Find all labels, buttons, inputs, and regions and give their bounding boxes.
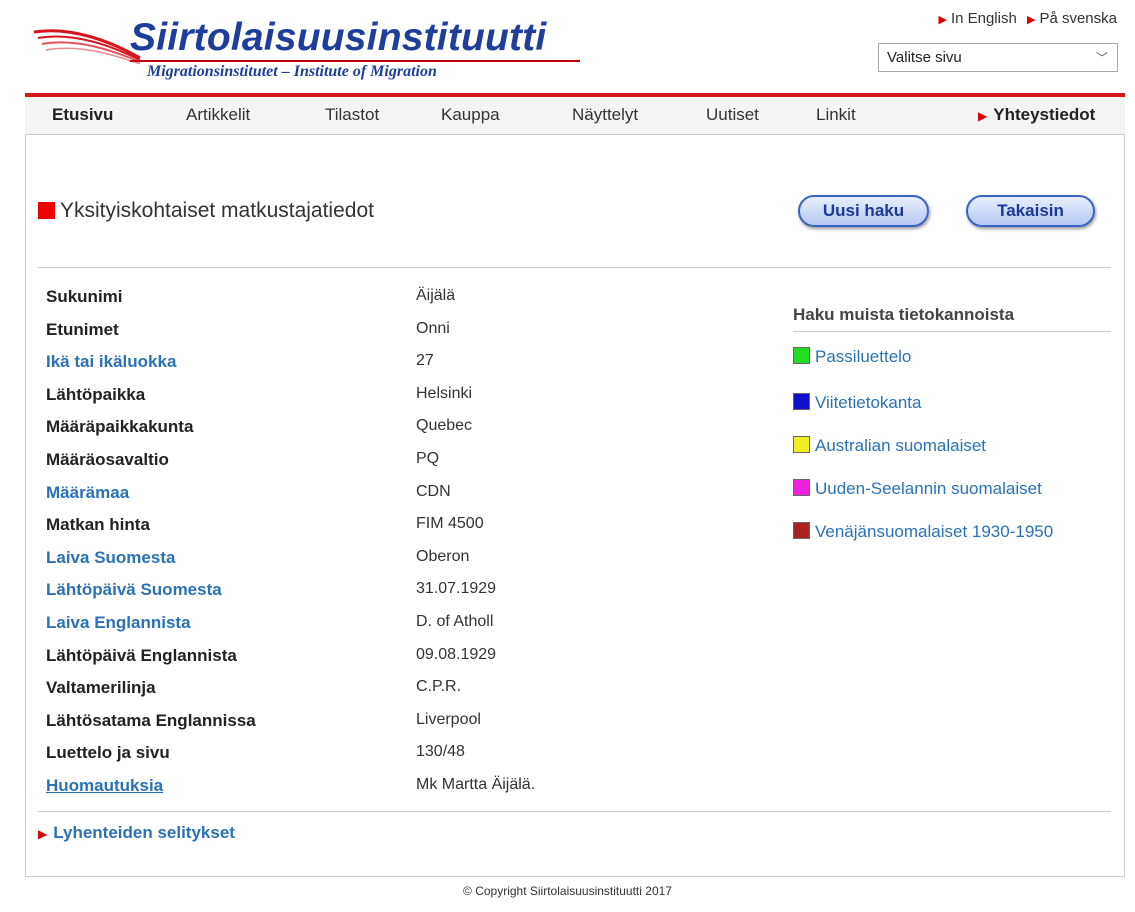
detail-row: Lähtöpäivä Suomesta 31.07.1929 [46, 576, 766, 609]
detail-value: PQ [416, 450, 440, 467]
detail-row: Sukunimi Äijälä [46, 283, 766, 316]
nav-item-tilastot[interactable]: Tilastot [325, 105, 379, 125]
detail-label-link[interactable]: Laiva Suomesta [46, 548, 175, 568]
nav-item-yhteystiedot[interactable]: ▶ Yhteystiedot [978, 105, 1095, 125]
detail-value: FIM 4500 [416, 515, 484, 533]
detail-row: Matkan hinta FIM 4500 [46, 511, 766, 544]
nav-item-nayttelyt[interactable]: Näyttelyt [572, 105, 638, 125]
arrow-right-icon: ▶ [38, 827, 48, 841]
detail-value: 27 [416, 352, 434, 370]
detail-label: Etunimet [46, 319, 119, 339]
arrow-right-icon: ▶ [978, 109, 988, 123]
detail-row: Lähtösatama Englannissa Liverpool [46, 707, 766, 740]
detail-label-link[interactable]: Huomautuksia [46, 776, 163, 796]
detail-value: Helsinki [416, 384, 473, 402]
page-select-value: Valitse sivu [887, 49, 962, 66]
detail-label: Määräosavaltio [46, 450, 169, 469]
red-square-icon [38, 202, 55, 219]
detail-row: Ikä tai ikäluokka 27 [46, 348, 766, 381]
detail-label: Sukunimi [46, 287, 123, 306]
abbreviations-link[interactable]: ▶ Lyhenteiden selitykset [38, 823, 235, 843]
detail-value: Äijälä [416, 287, 456, 304]
detail-label: Matkan hinta [46, 515, 150, 535]
detail-row: Lähtöpaikka Helsinki [46, 381, 766, 414]
detail-value: Liverpool [416, 710, 481, 728]
detail-label: Lähtöpäivä Englannista [46, 645, 237, 665]
detail-row: Määräpaikkakunta Quebec [46, 413, 766, 446]
nav-item-uutiset[interactable]: Uutiset [706, 105, 759, 125]
db-link-venajansuomalaiset[interactable]: Venäjänsuomalaiset 1930-1950 [793, 522, 1053, 542]
detail-value: CDN [416, 482, 451, 500]
detail-label: Luettelo ja sivu [46, 743, 170, 763]
detail-label: Määräpaikkakunta [46, 417, 194, 437]
yellow-square-icon [793, 436, 810, 453]
detail-row: Huomautuksia Mk Martta Äijälä. [46, 772, 766, 805]
lang-english-link[interactable]: ▶ In English [938, 10, 1016, 27]
detail-value: 130/48 [416, 743, 465, 761]
back-button[interactable]: Takaisin [966, 195, 1095, 227]
site-logo[interactable]: Siirtolaisuusinstituutti Migrationsinsti… [32, 10, 592, 85]
detail-label-link[interactable]: Ikä tai ikäluokka [46, 352, 176, 372]
page-select[interactable]: Valitse sivu ﹀ [878, 43, 1118, 72]
detail-row: Määrämaa CDN [46, 479, 766, 512]
content-panel: Yksityiskohtaiset matkustajatiedot Uusi … [25, 135, 1125, 877]
page-title: Yksityiskohtaiset matkustajatiedot [38, 199, 374, 223]
main-nav: Etusivu Artikkelit Tilastot Kauppa Näytt… [25, 97, 1125, 135]
db-link-viitetietokanta[interactable]: Viitetietokanta [793, 393, 921, 413]
detail-value: 31.07.1929 [416, 580, 497, 598]
detail-label: Lähtösatama Englannissa [46, 710, 256, 730]
detail-label: Valtamerilinja [46, 678, 156, 698]
green-square-icon [793, 347, 810, 364]
detail-row: Määräosavaltio PQ [46, 446, 766, 479]
lang-swedish-link[interactable]: ▶ På svenska [1027, 10, 1117, 27]
nav-item-kauppa[interactable]: Kauppa [441, 105, 500, 125]
detail-label-link[interactable]: Lähtöpäivä Suomesta [46, 580, 222, 600]
detail-value: Mk Martta Äijälä. [416, 776, 536, 793]
copyright: © Copyright Siirtolaisuusinstituutti 201… [463, 884, 672, 898]
detail-value: Quebec [416, 417, 473, 435]
detail-row: Etunimet Onni [46, 316, 766, 349]
db-link-australian-suomalaiset[interactable]: Australian suomalaiset [793, 436, 986, 456]
detail-row: Lähtöpäivä Englannista 09.08.1929 [46, 642, 766, 675]
db-link-uuden-seelannin-suomalaiset[interactable]: Uuden-Seelannin suomalaiset [793, 479, 1042, 499]
other-databases-title: Haku muista tietokannoista [793, 305, 1111, 332]
language-links: ▶ In English ▶ På svenska [932, 10, 1117, 27]
arrow-right-icon: ▶ [938, 14, 947, 26]
detail-value: Oberon [416, 547, 470, 565]
detail-value: 09.08.1929 [416, 645, 497, 663]
divider [38, 267, 1111, 268]
db-link-passiluettelo[interactable]: Passiluettelo [793, 347, 911, 367]
nav-item-etusivu[interactable]: Etusivu [52, 105, 113, 125]
detail-row: Valtamerilinja C.P.R. [46, 674, 766, 707]
other-databases: Haku muista tietokannoista Passiluettelo… [793, 305, 1111, 541]
logo-title: Siirtolaisuusinstituutti [130, 16, 547, 59]
detail-value: Onni [416, 319, 450, 337]
chevron-down-icon: ﹀ [1095, 51, 1108, 65]
arrow-right-icon: ▶ [1026, 14, 1036, 26]
detail-label: Lähtöpaikka [46, 384, 146, 404]
darkred-square-icon [793, 522, 810, 539]
detail-label-link[interactable]: Laiva Englannista [46, 613, 191, 633]
nav-item-artikkelit[interactable]: Artikkelit [186, 105, 250, 125]
blue-square-icon [793, 393, 810, 410]
new-search-button[interactable]: Uusi haku [798, 195, 929, 227]
detail-label-link[interactable]: Määrämaa [46, 483, 129, 503]
detail-row: Luettelo ja sivu 130/48 [46, 739, 766, 772]
detail-value: C.P.R. [416, 678, 462, 696]
magenta-square-icon [793, 479, 810, 496]
logo-subtitle: Migrationsinstitutet – Institute of Migr… [147, 63, 437, 80]
detail-row: Laiva Suomesta Oberon [46, 544, 766, 577]
divider [38, 811, 1111, 812]
nav-item-linkit[interactable]: Linkit [816, 105, 856, 125]
detail-value: D. of Atholl [416, 613, 494, 630]
logo-underline [130, 60, 580, 62]
detail-row: Laiva Englannista D. of Atholl [46, 609, 766, 642]
logo-swoosh-icon [33, 29, 141, 64]
